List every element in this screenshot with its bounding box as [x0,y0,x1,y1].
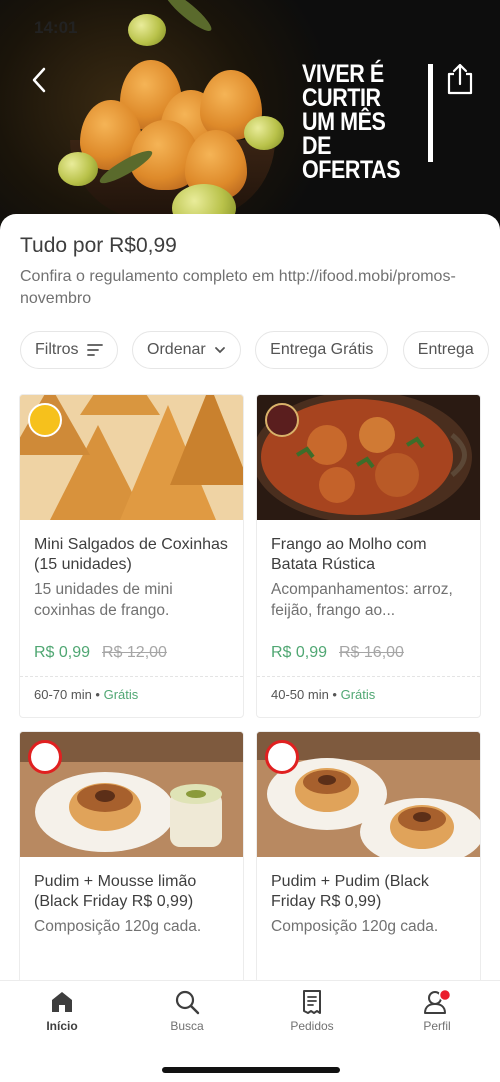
product-card[interactable]: Frango ao Molho com Batata Rústica Acomp… [256,394,481,718]
product-image [20,395,243,520]
restaurant-logo [265,403,299,437]
restaurant-logo [28,740,62,774]
product-image [20,732,243,857]
filter-chip-entrega-gratis[interactable]: Entrega Grátis [255,331,389,369]
restaurant-logo [28,403,62,437]
promo-banner: 14:01 VIVER É CURTIR UM MÊS DE OFERTAS [0,0,500,232]
product-description: 15 unidades de mini coxinhas de frango. [34,581,173,619]
share-icon [447,63,473,95]
content-sheet: Tudo por R$0,99 Confira o regulamento co… [0,214,500,1082]
product-old-price: R$ 12,00 [102,644,167,661]
product-description: Acompanhamentos: arroz, feijão, frango a… [271,581,453,619]
home-icon [52,992,72,1012]
nav-item-busca[interactable]: Busca [142,987,232,1043]
profile-icon [424,989,452,1014]
nav-item-perfil[interactable]: Perfil [392,987,482,1043]
product-description: Composição 120g cada. [271,918,439,935]
delivery-info: 60-70 min • Grátis [34,687,139,702]
share-button[interactable] [442,60,478,98]
status-bar-time: 14:01 [34,18,78,37]
promo-divider [428,64,433,162]
filter-chip-ordenar[interactable]: Ordenar [132,331,241,369]
product-name: Mini Salgados de Coxinhas (15 unidades) [34,536,228,573]
back-button[interactable] [22,62,58,98]
page-subtitle: Confira o regulamento completo em http:/… [20,268,456,307]
receipt-icon [303,990,321,1014]
product-name: Pudim + Pudim (Black Friday R$ 0,99) [271,873,429,910]
product-name: Frango ao Molho com Batata Rústica [271,536,427,573]
promo-headline: VIVER É CURTIR UM MÊS DE OFERTAS [302,60,401,184]
product-price: R$ 0,99 [34,644,91,661]
product-description: Composição 120g cada. [34,918,202,935]
product-image [257,395,480,520]
home-indicator [162,1067,340,1073]
restaurant-logo [265,740,299,774]
product-name: Pudim + Mousse limão (Black Friday R$ 0,… [34,873,197,910]
nav-item-pedidos[interactable]: Pedidos [267,987,357,1043]
filter-chips: Filtros Ordenar Entrega Grátis Entrega [20,331,500,371]
nav-item-inicio[interactable]: Início [17,987,107,1043]
chevron-left-icon [32,67,46,93]
notification-dot [438,989,452,1002]
product-old-price: R$ 16,00 [339,644,404,661]
search-icon [175,990,200,1015]
product-card[interactable]: Mini Salgados de Coxinhas (15 unidades) … [19,394,244,718]
page-title: Tudo por R$0,99 [20,234,177,257]
product-card[interactable]: Pudim + Pudim (Black Friday R$ 0,99) Com… [256,731,481,1001]
bottom-navigation: Início Busca Pedidos Perfil [0,980,500,1082]
product-price: R$ 0,99 [271,644,328,661]
product-image [257,732,480,857]
product-card[interactable]: Pudim + Mousse limão (Black Friday R$ 0,… [19,731,244,1001]
delivery-info: 40-50 min • Grátis [271,687,376,702]
chevron-down-icon [214,347,225,354]
filter-lines-icon [86,344,103,356]
filter-chip-entrega[interactable]: Entrega [402,331,489,369]
filter-chip-filtros[interactable]: Filtros [20,331,118,369]
